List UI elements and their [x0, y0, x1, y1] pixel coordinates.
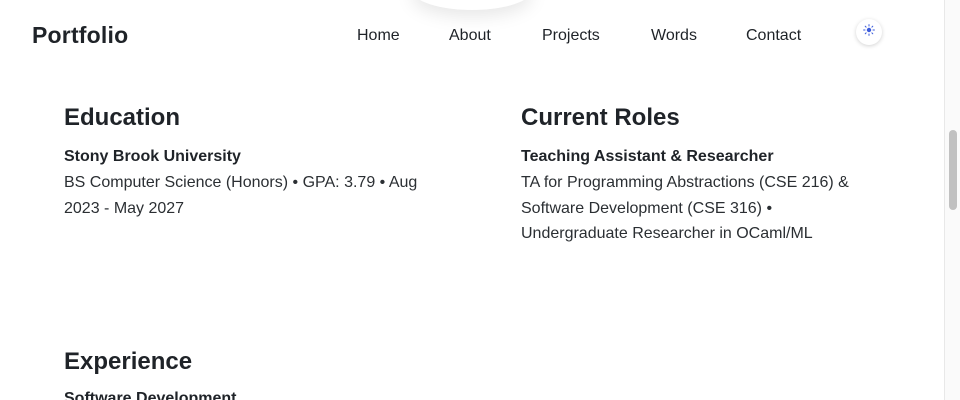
nav-link-projects[interactable]: Projects: [542, 27, 600, 45]
nav-link-about[interactable]: About: [449, 27, 491, 45]
header-shadow-decoration: [412, 0, 532, 10]
current-role-details: TA for Programming Abstractions (CSE 216…: [521, 174, 849, 242]
current-role-title: Teaching Assistant & Researcher: [521, 148, 774, 165]
experience-heading: Experience: [64, 348, 193, 375]
theme-toggle-button[interactable]: [856, 19, 882, 45]
page: Portfolio Home About Projects Words Cont…: [0, 0, 960, 400]
page-scrollbar[interactable]: [944, 0, 960, 400]
education-school: Stony Brook University: [64, 148, 241, 165]
experience-item-title: Software Development: [64, 390, 237, 400]
site-header: Portfolio Home About Projects Words Cont…: [0, 0, 944, 72]
nav-link-contact[interactable]: Contact: [746, 27, 801, 45]
scrollbar-thumb[interactable]: [949, 130, 957, 210]
sun-icon: [863, 23, 875, 41]
education-heading: Education: [64, 104, 181, 131]
nav-link-words[interactable]: Words: [651, 27, 697, 45]
site-logo-text[interactable]: Portfolio: [32, 22, 128, 49]
nav-link-home[interactable]: Home: [357, 27, 400, 45]
education-details: BS Computer Science (Honors) • GPA: 3.79…: [64, 174, 418, 217]
current-roles-heading: Current Roles: [521, 104, 680, 131]
